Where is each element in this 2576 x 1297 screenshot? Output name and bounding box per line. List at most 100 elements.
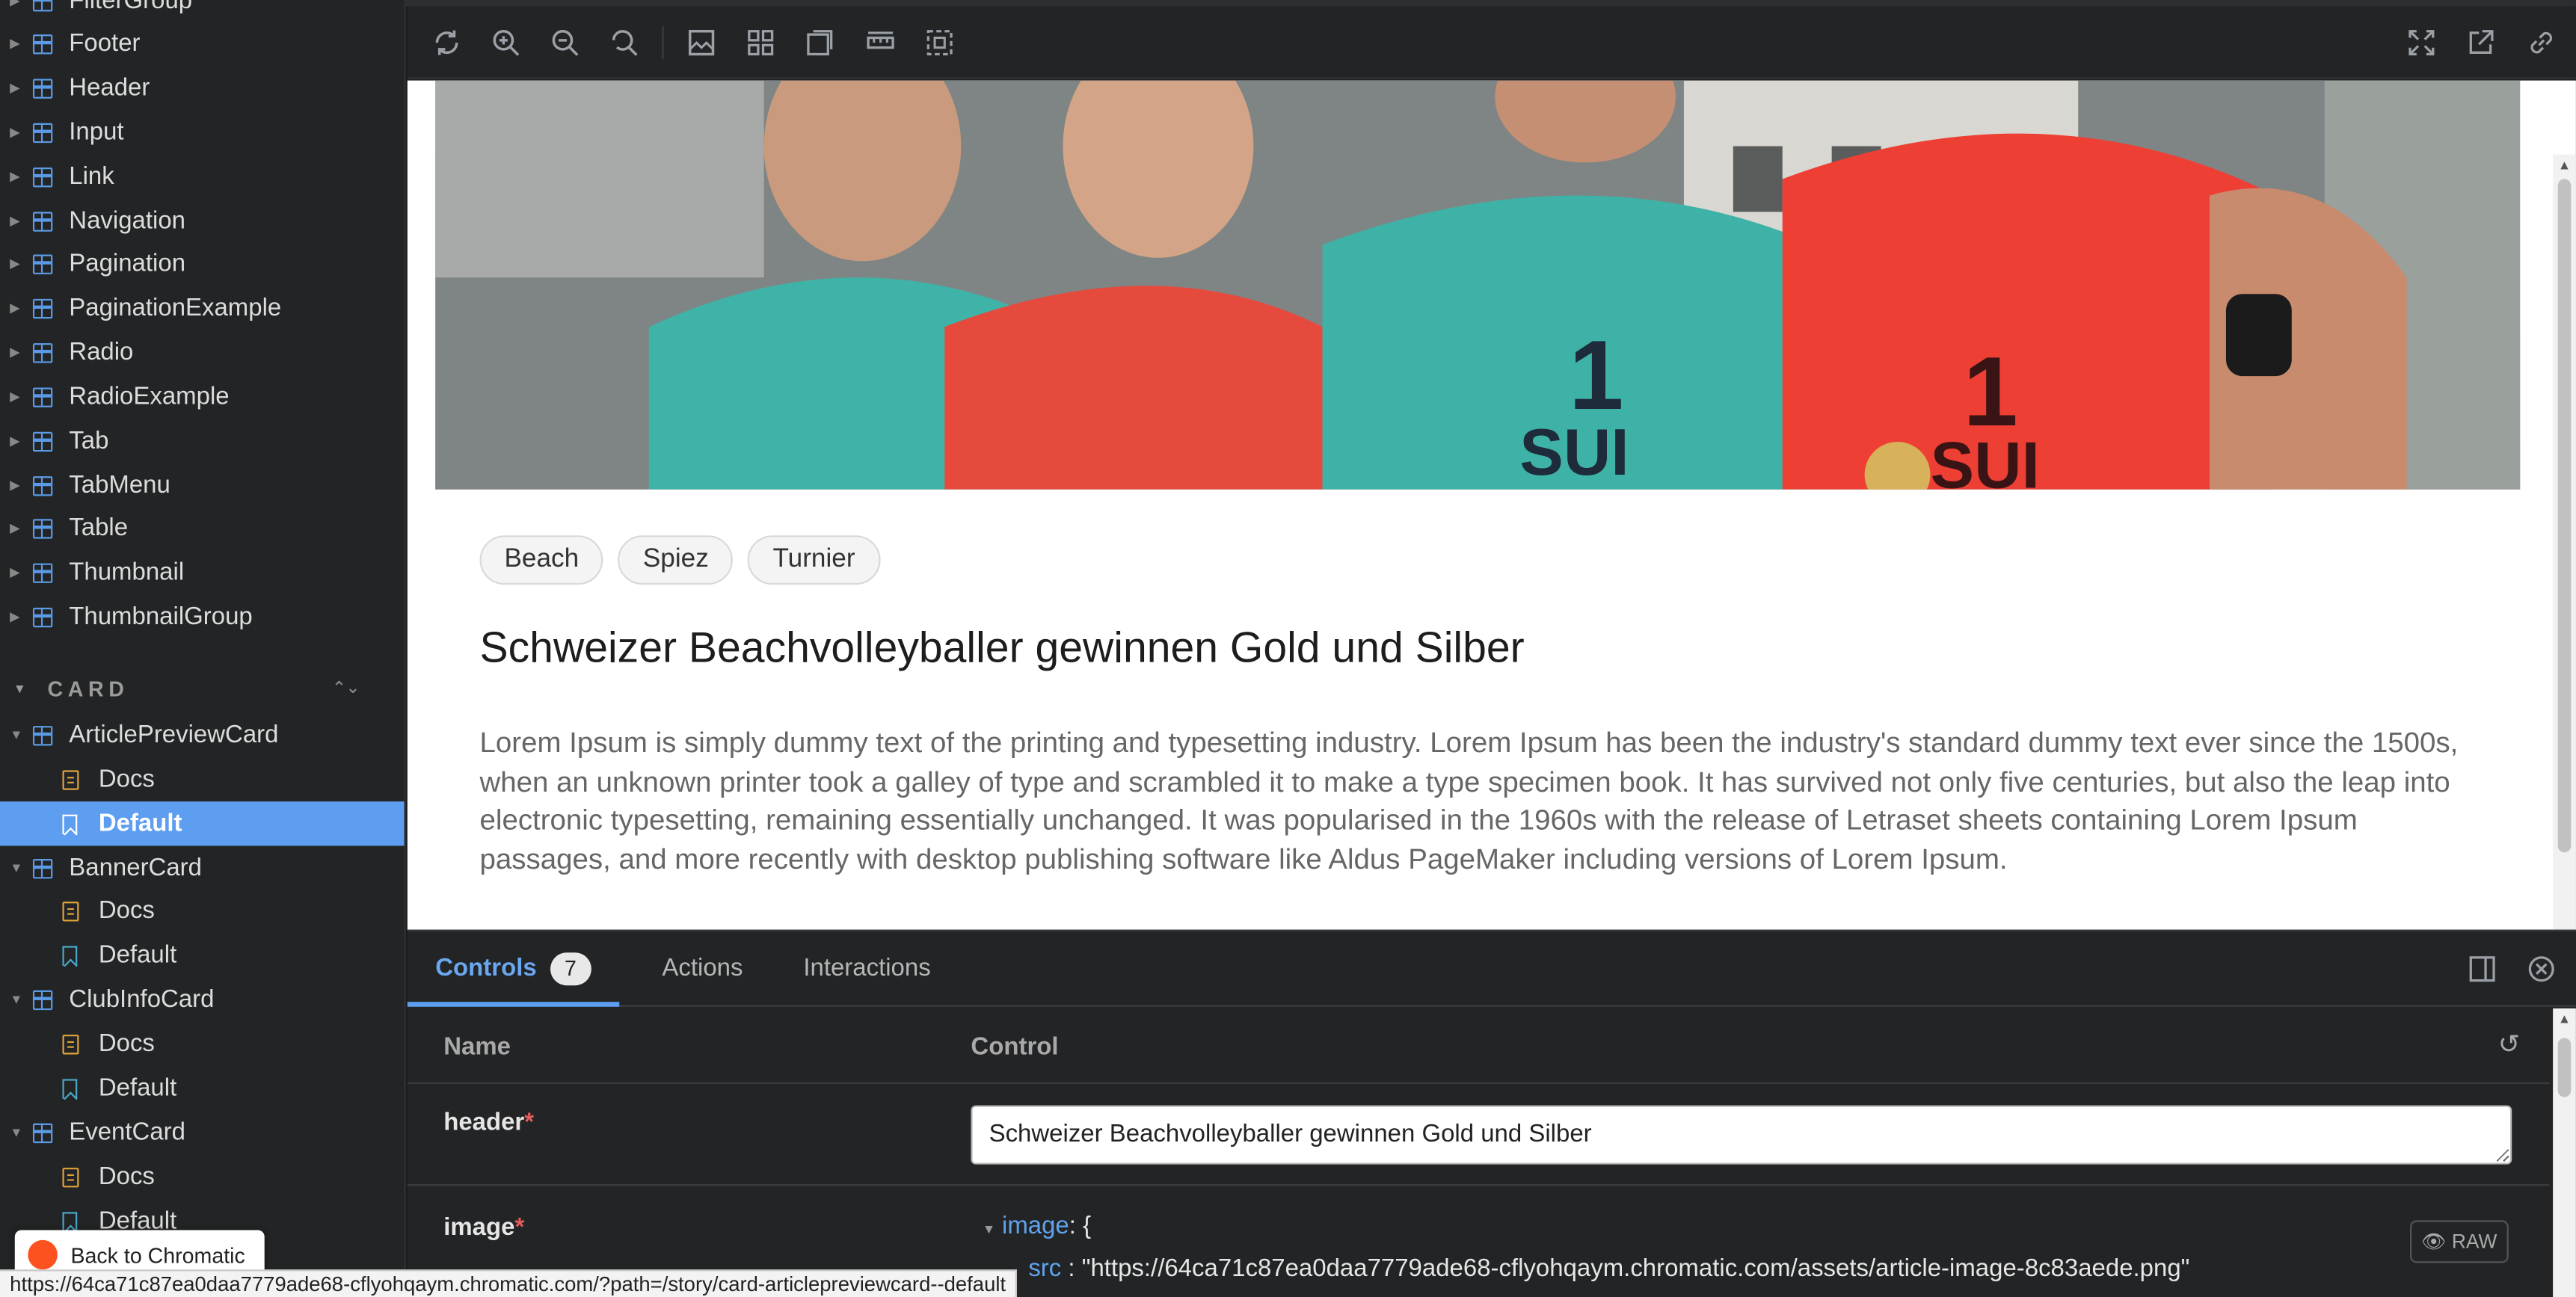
sidebar-item-thumbnailgroup[interactable]: ▶ ThumbnailGroup [0, 594, 404, 638]
component-icon [32, 518, 53, 538]
svg-text:1: 1 [1569, 320, 1623, 430]
sidebar-item-label: Default [98, 1073, 177, 1103]
sidebar-item-clubinfocard[interactable]: ▼ ClubInfoCard [0, 977, 404, 1021]
sidebar-item-label: RadioExample [69, 382, 230, 411]
sidebar-item-link[interactable]: ▶ Link [0, 155, 404, 199]
image-object-toggle[interactable]: ▼ image: { [983, 1212, 1091, 1239]
tab-controls[interactable]: Controls 7 [407, 931, 620, 1007]
sidebar-item-label: Table [69, 514, 129, 543]
component-icon [32, 166, 53, 187]
sidebar-item-thumbnail[interactable]: ▶ Thumbnail [0, 550, 404, 594]
sidebar-item-label: ArticlePreviewCard [69, 721, 279, 749]
sidebar-item-tabmenu[interactable]: ▶ TabMenu [0, 463, 404, 508]
header-text-input[interactable]: Schweizer Beachvolleyballer gewinnen Gol… [971, 1105, 2512, 1165]
sidebar-item-label: Navigation [69, 206, 186, 235]
component-icon [32, 475, 53, 496]
raw-toggle-button[interactable]: 👁 RAW [2409, 1220, 2509, 1263]
measure-icon[interactable] [866, 28, 896, 58]
sidebar-item-story[interactable]: Default [0, 1066, 404, 1110]
sidebar-item-label: Docs [98, 765, 155, 794]
sidebar-item-table[interactable]: ▶ Table [0, 506, 404, 550]
chevron-right-icon: ▶ [10, 345, 20, 360]
sidebar-item-paginationexample[interactable]: ▶ PaginationExample [0, 286, 404, 330]
sidebar-item-label: TabMenu [69, 471, 170, 499]
sidebar-item-input[interactable]: ▶ Input [0, 110, 404, 154]
src-value: : "https://64ca71c87ea0daa7779ade68-cfly… [1068, 1254, 2190, 1283]
image-src-entry[interactable]: src : "https://64ca71c87ea0daa7779ade68-… [1028, 1255, 2189, 1283]
section-header-card[interactable]: ▼ CARD ⌃⌄ [0, 668, 404, 708]
component-icon [32, 386, 53, 407]
sidebar-item-label: Default [98, 810, 182, 838]
sidebar-item-bannercard[interactable]: ▼ BannerCard [0, 845, 404, 890]
sidebar-item-docs[interactable]: Docs [0, 1022, 404, 1066]
sidebar-item-docs[interactable]: Docs [0, 1154, 404, 1198]
sidebar-item-docs[interactable]: Docs [0, 757, 404, 801]
chevron-right-icon: ▶ [10, 213, 20, 229]
chevron-right-icon: ▶ [10, 169, 20, 185]
sidebar-item-label: Default [98, 940, 177, 970]
sidebar-item-label: PaginationExample [69, 294, 282, 322]
sidebar-item-label: Radio [69, 338, 134, 366]
close-panel-icon[interactable] [2527, 954, 2557, 984]
sidebar-item-tab[interactable]: ▶ Tab [0, 419, 404, 463]
canvas-scroll-thumb[interactable] [2557, 179, 2572, 853]
chevron-right-icon: ▶ [10, 389, 20, 404]
sidebar-item-label: ThumbnailGroup [69, 603, 253, 631]
reload-icon[interactable] [432, 28, 462, 58]
article-preview-card[interactable]: 1 SUI 1 SUI Beach Spiez Turnier Schweize… [435, 80, 2521, 930]
copy-link-icon[interactable] [2527, 28, 2557, 58]
chevron-down-icon: ▼ [10, 991, 23, 1007]
back-to-chromatic-label: Back to Chromatic [70, 1242, 245, 1267]
sidebar-item-footer[interactable]: ▶ Footer [0, 22, 404, 66]
sidebar-item-filtergroup[interactable]: ▶ FilterGroup [0, 0, 404, 23]
sidebar-item-docs[interactable]: Docs [0, 889, 404, 933]
sidebar-item-story[interactable]: Default [0, 933, 404, 977]
viewport-frame-icon[interactable] [805, 28, 835, 58]
sidebar-item-header[interactable]: ▶ Header [0, 66, 404, 110]
sidebar-item-label: Thumbnail [69, 558, 185, 587]
sidebar-item-eventcard[interactable]: ▼ EventCard [0, 1110, 404, 1154]
background-icon[interactable] [686, 28, 716, 58]
zoom-out-icon[interactable] [550, 28, 580, 58]
open-new-tab-icon[interactable] [2466, 28, 2496, 58]
sidebar-item-radio[interactable]: ▶ Radio [0, 330, 404, 375]
status-bar-url: https://64ca71c87ea0daa7779ade68-cflyohq… [0, 1269, 1018, 1297]
zoom-reset-icon[interactable] [609, 28, 639, 58]
sidebar-item-label: FilterGroup [69, 0, 193, 15]
story-canvas: 1 SUI 1 SUI Beach Spiez Turnier Schweize… [407, 80, 2576, 930]
component-icon [32, 724, 53, 745]
sidebar-item-navigation[interactable]: ▶ Navigation [0, 199, 404, 243]
grid-icon[interactable] [746, 28, 775, 58]
reset-controls-icon[interactable]: ↺ [2498, 1028, 2520, 1061]
chevron-down-icon: ▼ [13, 680, 31, 696]
component-icon [32, 989, 53, 1010]
tab-actions[interactable]: Actions [662, 931, 743, 1007]
scroll-up-arrow-icon[interactable]: ▲ [2558, 1011, 2571, 1026]
tag-turnier[interactable]: Turnier [748, 535, 880, 585]
panel-scrollbar[interactable]: ▲ [2553, 1008, 2576, 1297]
sidebar-item-articlepreviewcard[interactable]: ▼ ArticlePreviewCard [0, 712, 404, 757]
fullscreen-icon[interactable] [2407, 28, 2437, 58]
outline-icon[interactable] [925, 28, 955, 58]
chevron-right-icon: ▶ [10, 478, 20, 493]
panel-orientation-icon[interactable] [2468, 954, 2497, 984]
component-icon [32, 857, 53, 878]
tag-beach[interactable]: Beach [479, 535, 604, 585]
sidebar-item-pagination[interactable]: ▶ Pagination [0, 241, 404, 286]
sidebar-item-radioexample[interactable]: ▶ RadioExample [0, 375, 404, 419]
tag-spiez[interactable]: Spiez [618, 535, 734, 585]
component-icon [32, 78, 53, 98]
panel-scroll-thumb[interactable] [2557, 1038, 2572, 1097]
card-title: Schweizer Beachvolleyballer gewinnen Gol… [479, 622, 1525, 672]
collapse-all-icon[interactable]: ⌃⌄ [332, 679, 360, 697]
article-image: 1 SUI 1 SUI [435, 80, 2521, 490]
canvas-scrollbar[interactable]: ▲ ▼ [2553, 154, 2576, 930]
sidebar-item-story[interactable]: Default [0, 801, 405, 846]
tab-interactions[interactable]: Interactions [803, 931, 930, 1007]
zoom-in-icon[interactable] [491, 28, 521, 58]
toolbar-divider [662, 26, 664, 60]
component-icon [32, 34, 53, 54]
control-row-header: header* Schweizer Beachvolleyballer gewi… [407, 1085, 2550, 1186]
addons-panel: Controls 7 Actions Interactions Name Cont… [407, 929, 2576, 1297]
scroll-up-arrow-icon[interactable]: ▲ [2558, 158, 2571, 173]
